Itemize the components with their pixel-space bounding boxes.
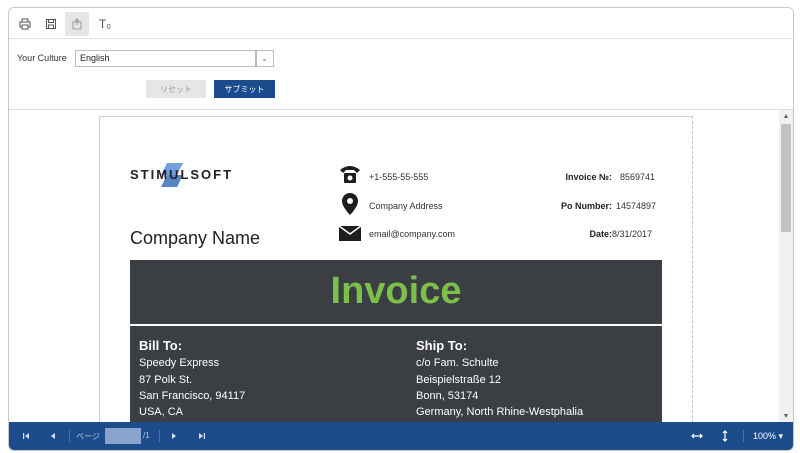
bill-to-title: Bill To:	[139, 338, 183, 353]
phone-icon	[340, 166, 360, 183]
previous-page-icon	[51, 433, 55, 439]
invoice-no-value: 8569741	[620, 172, 656, 182]
vertical-arrows-icon	[722, 430, 728, 442]
first-page-button[interactable]	[19, 422, 33, 450]
bill-to-line: USA, CA	[139, 406, 184, 418]
location-pin-icon	[342, 193, 358, 215]
next-page-icon	[172, 433, 176, 439]
submit-button[interactable]: サブミット	[214, 80, 275, 98]
printer-icon	[19, 18, 31, 30]
toolbar: T₀	[9, 8, 793, 39]
bill-to-line: 87 Polk St.	[139, 374, 193, 386]
ship-to-title: Ship To:	[416, 338, 468, 353]
page-count: /1	[143, 431, 150, 440]
next-page-button[interactable]	[167, 422, 181, 450]
last-page-icon	[199, 433, 205, 439]
parameters-panel: Your Culture English ⌄ リセット サブミット	[9, 39, 793, 110]
export-icon	[72, 18, 82, 30]
last-page-button[interactable]	[195, 422, 209, 450]
footer-divider	[159, 430, 160, 442]
invoice-title-band: Invoice	[130, 260, 662, 324]
save-button[interactable]	[39, 12, 63, 36]
phone-text: +1-555-55-555	[369, 172, 429, 182]
bill-to-line: San Francisco, 94117	[139, 390, 246, 402]
reset-button[interactable]: リセット	[146, 80, 206, 98]
company-name: Company Name	[130, 228, 261, 248]
fit-height-button[interactable]	[717, 422, 733, 450]
previous-page-button[interactable]	[46, 422, 60, 450]
culture-input[interactable]: English	[75, 50, 257, 67]
vertical-scrollbar[interactable]: ▲ ▼	[779, 110, 793, 422]
text-size-icon: T₀	[98, 17, 112, 31]
invoice-title: Invoice	[330, 270, 462, 312]
page-number-input[interactable]	[105, 428, 141, 444]
scrollbar-thumb[interactable]	[781, 124, 791, 232]
report-page-area: STIMULSOFT Company Name +1-555-55-555 Co…	[9, 110, 779, 422]
ship-to-line: c/o Fam. Schulte	[416, 357, 499, 369]
first-page-icon	[23, 433, 29, 439]
culture-dropdown-button[interactable]: ⌄	[255, 50, 274, 67]
horizontal-arrows-icon	[691, 433, 703, 439]
page-label: ページ	[76, 432, 100, 441]
ship-to-line: Beispielstraße 12	[416, 374, 501, 386]
footer-divider	[743, 430, 744, 442]
ship-to-line: Bonn, 53174	[416, 390, 479, 402]
date-label: Date:	[589, 229, 612, 239]
culture-label: Your Culture	[17, 53, 67, 63]
zoom-dropdown[interactable]: 100% ▾	[753, 431, 783, 442]
floppy-disk-icon	[46, 19, 56, 29]
envelope-icon	[338, 225, 362, 241]
chevron-down-icon: ⌄	[261, 54, 268, 63]
print-button[interactable]	[13, 12, 37, 36]
scroll-down-icon[interactable]: ▼	[779, 410, 793, 422]
invoice-no-label: Invoice №:	[565, 172, 612, 182]
footer-divider	[69, 430, 70, 442]
report-viewer: T₀ Your Culture English ⌄ リセット サブミット STI…	[8, 7, 794, 451]
fit-width-button[interactable]	[689, 422, 705, 450]
company-logo: STIMULSOFT	[130, 167, 234, 182]
ship-to-line: Germany, North Rhine-Westphalia	[416, 406, 584, 418]
navigation-footer: ページ /1 100% ▾	[9, 422, 793, 450]
parameters-button[interactable]: T₀	[93, 12, 117, 36]
po-number-label: Po Number:	[560, 201, 612, 211]
address-band: Bill To: Speedy Express 87 Polk St. San …	[130, 326, 662, 422]
po-number-value: 14574897	[616, 201, 657, 211]
scroll-up-icon[interactable]: ▲	[779, 110, 793, 122]
report-page: STIMULSOFT Company Name +1-555-55-555 Co…	[99, 116, 693, 422]
date-value: 8/31/2017	[612, 229, 653, 239]
bill-to-line: Speedy Express	[139, 357, 220, 369]
send-email-button[interactable]	[65, 12, 89, 36]
email-text: email@company.com	[369, 229, 455, 239]
address-text: Company Address	[369, 201, 443, 211]
